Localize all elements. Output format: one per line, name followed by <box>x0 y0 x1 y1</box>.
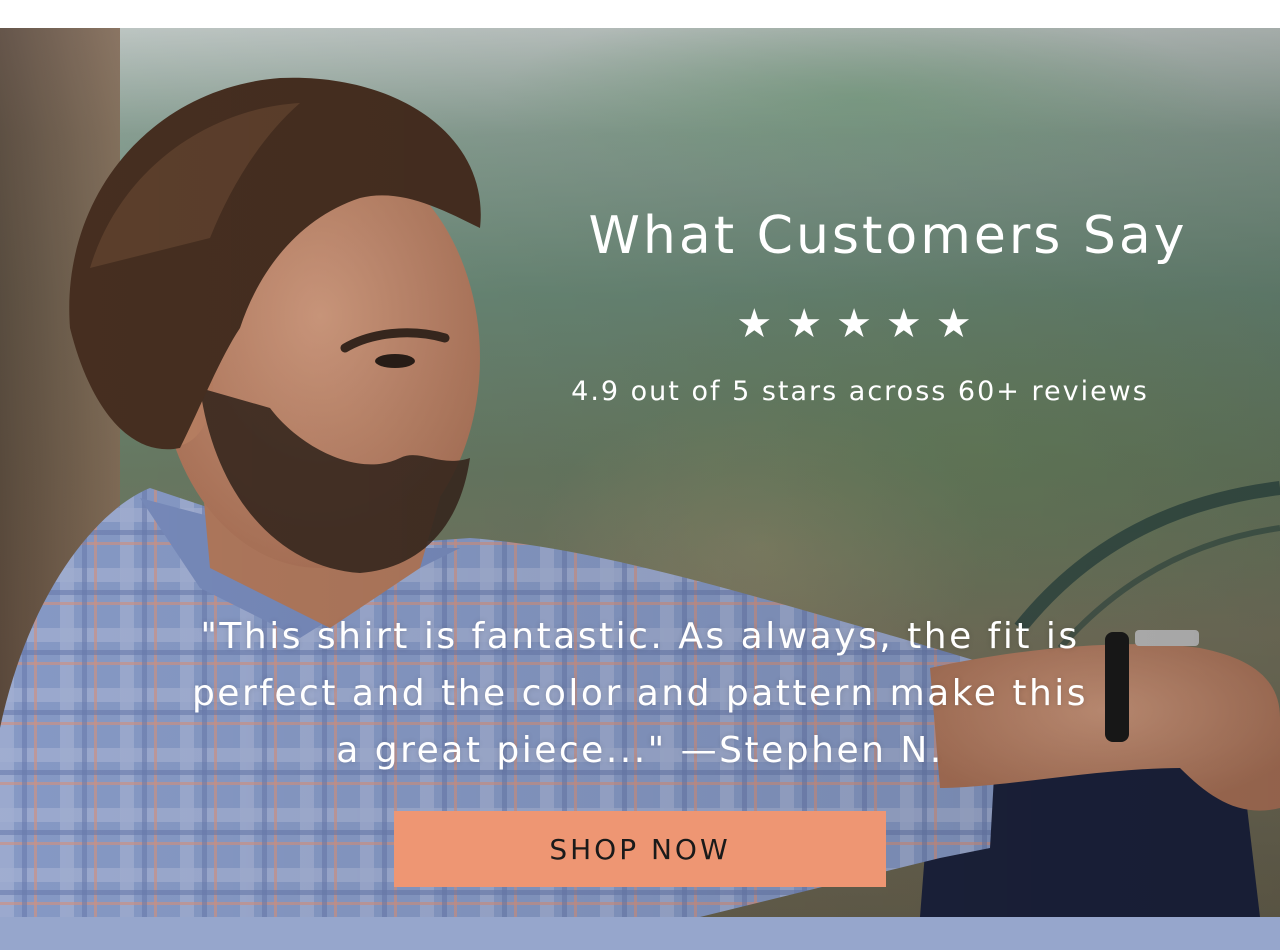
quote-line: perfect and the color and pattern make t… <box>191 673 1089 714</box>
section-headline: What Customers Say <box>588 206 1188 266</box>
shop-now-button[interactable]: SHOP NOW <box>394 811 886 887</box>
star-icon: ★ <box>736 301 787 347</box>
rating-summary: 4.9 out of 5 stars across 60+ reviews <box>571 376 1149 407</box>
email-page: What Customers Say ★★★★★ 4.9 out of 5 st… <box>0 0 1280 950</box>
star-icon: ★ <box>786 301 837 347</box>
star-icon: ★ <box>935 301 986 347</box>
quote-line: "This shirt is fantastic. As always, the… <box>200 616 1080 657</box>
star-rating: ★★★★★ <box>706 300 1016 348</box>
hero-photo-man-in-plaid-shirt <box>0 28 1280 917</box>
bottom-color-band <box>0 917 1280 950</box>
customer-quote: "This shirt is fantastic. As always, the… <box>100 608 1180 779</box>
top-spacer <box>0 0 1280 28</box>
testimonial-hero: What Customers Say ★★★★★ 4.9 out of 5 st… <box>0 28 1280 917</box>
star-icon: ★ <box>885 301 936 347</box>
quote-line: a great piece..." —Stephen N. <box>336 730 944 771</box>
star-icon: ★ <box>836 301 886 347</box>
